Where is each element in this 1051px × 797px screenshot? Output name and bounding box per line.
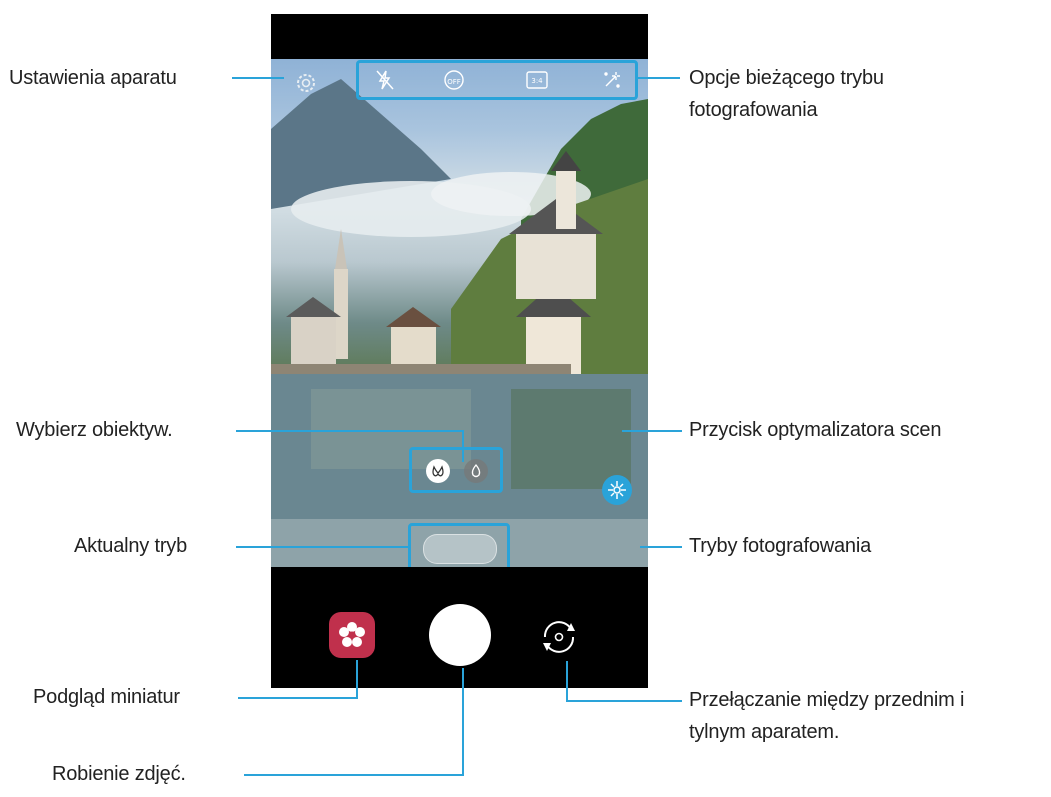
line-select-lens-v <box>462 430 464 462</box>
scene-optimizer-icon <box>608 481 626 499</box>
thumbnail-preview-button[interactable] <box>329 612 375 658</box>
roof-1 <box>286 297 341 317</box>
shutter-button[interactable] <box>429 604 491 666</box>
house-1 <box>291 314 336 364</box>
lens-selector <box>409 447 503 493</box>
label-camera-settings: Ustawienia aparatu <box>9 67 177 89</box>
roof-2 <box>386 307 441 327</box>
line-shooting-modes <box>640 546 682 548</box>
wide-lens-button[interactable] <box>426 459 450 483</box>
scene-optimizer-button[interactable] <box>602 475 632 505</box>
house-2 <box>391 324 436 369</box>
ultra-wide-lens-icon <box>471 463 481 478</box>
shore <box>271 364 571 374</box>
mode-options-highlight <box>356 60 638 100</box>
big-church <box>516 229 596 299</box>
label-switch-2: tylnym aparatem. <box>689 721 840 743</box>
current-mode-highlight <box>408 523 510 567</box>
phone-screen: OFF 3:4 <box>271 14 648 688</box>
line-take-pictures-v <box>462 668 464 776</box>
tower-right <box>556 169 576 229</box>
camera-viewfinder[interactable] <box>271 59 648 567</box>
line-current-mode <box>236 546 408 548</box>
steeple <box>335 229 347 269</box>
gear-icon[interactable] <box>293 70 319 96</box>
line-scene-optimizer <box>622 430 682 432</box>
line-camera-settings <box>232 77 284 79</box>
line-mode-options <box>636 77 680 79</box>
label-mode-options-2: fotografowania <box>689 99 818 121</box>
gallery-flower-icon <box>339 622 365 647</box>
line-thumbnail-preview-v <box>356 660 358 699</box>
label-select-lens: Wybierz obiektyw. <box>16 419 173 441</box>
line-take-pictures-h <box>244 774 464 776</box>
wide-lens-icon <box>432 465 444 477</box>
switch-camera-icon[interactable] <box>535 613 583 661</box>
label-current-mode: Aktualny tryb <box>74 535 188 557</box>
label-take-pictures: Robienie zdjęć. <box>52 763 186 785</box>
ultra-wide-lens-button[interactable] <box>464 459 488 483</box>
label-shooting-modes: Tryby fotografowania <box>689 535 872 557</box>
current-mode-button[interactable] <box>423 534 497 564</box>
label-scene-optimizer: Przycisk optymalizatora scen <box>689 419 942 441</box>
line-select-lens-h <box>236 430 464 432</box>
lake-reflection-2 <box>511 389 631 489</box>
status-area <box>271 14 648 59</box>
label-mode-options-1: Opcje bieżącego trybu <box>689 67 884 89</box>
label-switch-1: Przełączanie między przednim i <box>689 689 965 711</box>
line-switch-h <box>566 700 682 702</box>
line-switch-v <box>566 661 568 702</box>
line-thumbnail-preview-h <box>238 697 358 699</box>
label-thumbnail-preview: Podgląd miniatur <box>33 686 180 708</box>
